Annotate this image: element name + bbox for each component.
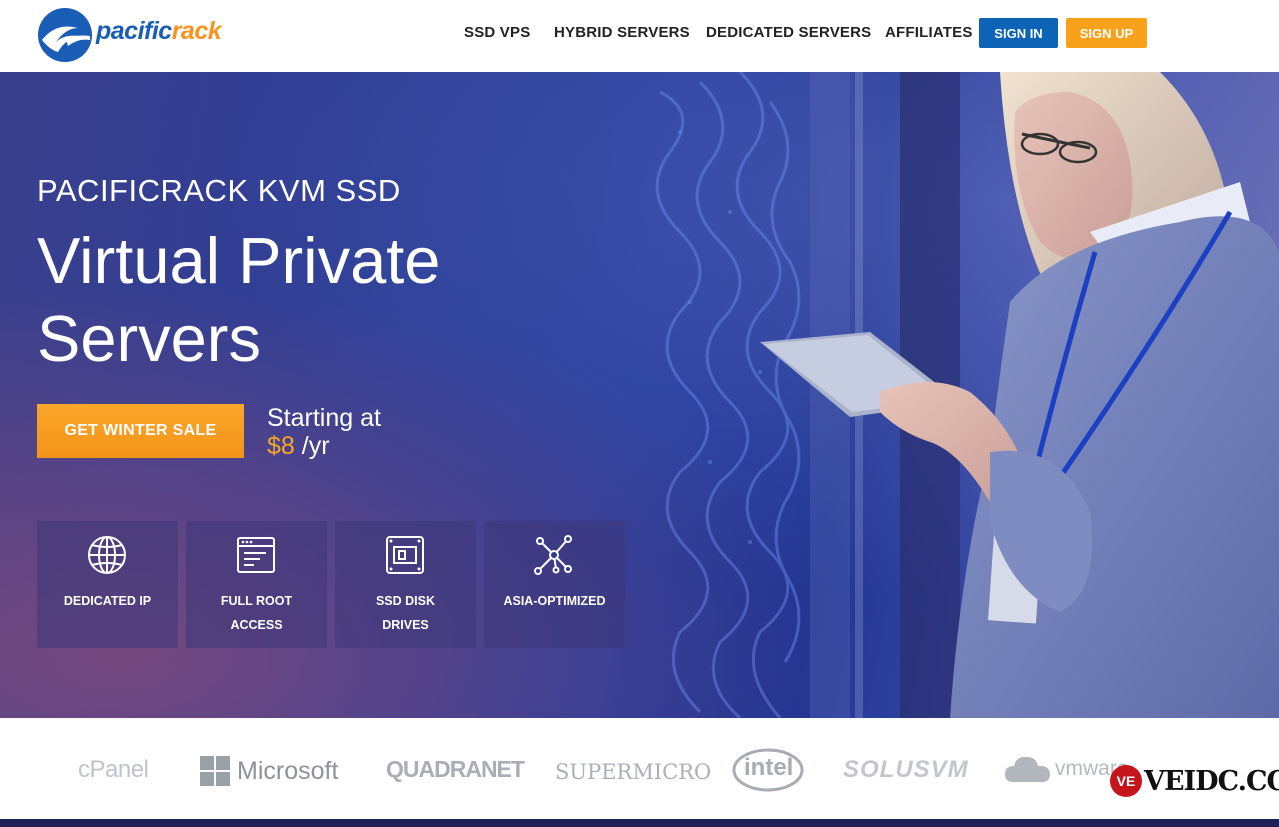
ssd-drive-icon	[386, 536, 424, 574]
intel-wordmark: intel	[744, 754, 794, 781]
feature-label: ASIA-OPTIMIZED	[503, 594, 606, 608]
nav-affiliates[interactable]: AFFILIATES	[885, 24, 973, 41]
feature-full-root-access: FULL ROOT ACCESS	[186, 521, 327, 648]
cloud-icon	[1005, 756, 1050, 782]
partner-logos-strip: cPanel Microsoft QUADRANET SUPERMICRO in…	[0, 718, 1279, 819]
partner-logo-quadranet: QUADRANET	[386, 756, 525, 782]
partner-logo-microsoft: Microsoft	[200, 756, 338, 786]
price-period: /yr	[294, 432, 330, 460]
partner-logo-solusvm: SOLUSVM	[843, 756, 969, 783]
sign-up-button[interactable]: SIGN UP	[1066, 18, 1147, 48]
microsoft-wordmark: Microsoft	[237, 756, 339, 785]
partner-logo-cpanel: cPanel	[78, 756, 149, 783]
wave-logo-icon	[38, 8, 92, 62]
hero-banner: PACIFICRACK KVM SSD Virtual Private Serv…	[0, 72, 1279, 718]
nav-dedicated-servers[interactable]: DEDICATED SERVERS	[706, 24, 871, 41]
footer-bar	[0, 819, 1279, 827]
price-value: $8	[267, 432, 295, 460]
feature-label: FULL ROOT ACCESS	[220, 594, 293, 632]
hero-title-line-2: Servers	[37, 302, 261, 375]
hero-title-line-1: Virtual Private	[37, 224, 441, 297]
hero-title: Virtual Private Servers	[37, 222, 440, 378]
price-line: $8 /yr	[267, 432, 330, 461]
pacificrack-logo[interactable]: pacificrack	[36, 6, 256, 64]
nav-hybrid-servers[interactable]: HYBRID SERVERS	[554, 24, 690, 41]
feature-dedicated-ip: DEDICATED IP	[37, 521, 178, 648]
feature-label: SSD DISK DRIVES	[375, 594, 436, 632]
microsoft-windows-icon	[200, 756, 230, 786]
network-nodes-icon	[534, 535, 572, 575]
hero-subtitle: PACIFICRACK KVM SSD	[37, 173, 401, 208]
globe-icon	[88, 536, 126, 574]
veidc-badge: VE	[1110, 765, 1142, 797]
veidc-text: VEIDC.COM	[1144, 765, 1279, 797]
starting-at-label: Starting at	[267, 404, 381, 432]
partner-logo-intel: intel	[732, 746, 804, 801]
nav-ssd-vps[interactable]: SSD VPS	[464, 24, 530, 41]
feature-asia-optimized: ASIA-OPTIMIZED	[484, 521, 625, 648]
feature-label: DEDICATED IP	[63, 594, 152, 608]
logo-wordmark: pacificrack	[96, 17, 222, 45]
terminal-window-icon	[237, 537, 275, 573]
woman-with-tablet-image	[760, 72, 1279, 718]
partner-logo-supermicro: SUPERMICRO	[555, 760, 712, 784]
site-header: pacificrack SSD VPS HYBRID SERVERS DEDIC…	[0, 0, 1279, 72]
feature-ssd-disk-drives: SSD DISK DRIVES	[335, 521, 476, 648]
sign-in-button[interactable]: SIGN IN	[979, 18, 1058, 48]
get-winter-sale-button[interactable]: GET WINTER SALE	[37, 404, 244, 458]
veidc-watermark: VE VEIDC.COM	[1110, 764, 1279, 798]
